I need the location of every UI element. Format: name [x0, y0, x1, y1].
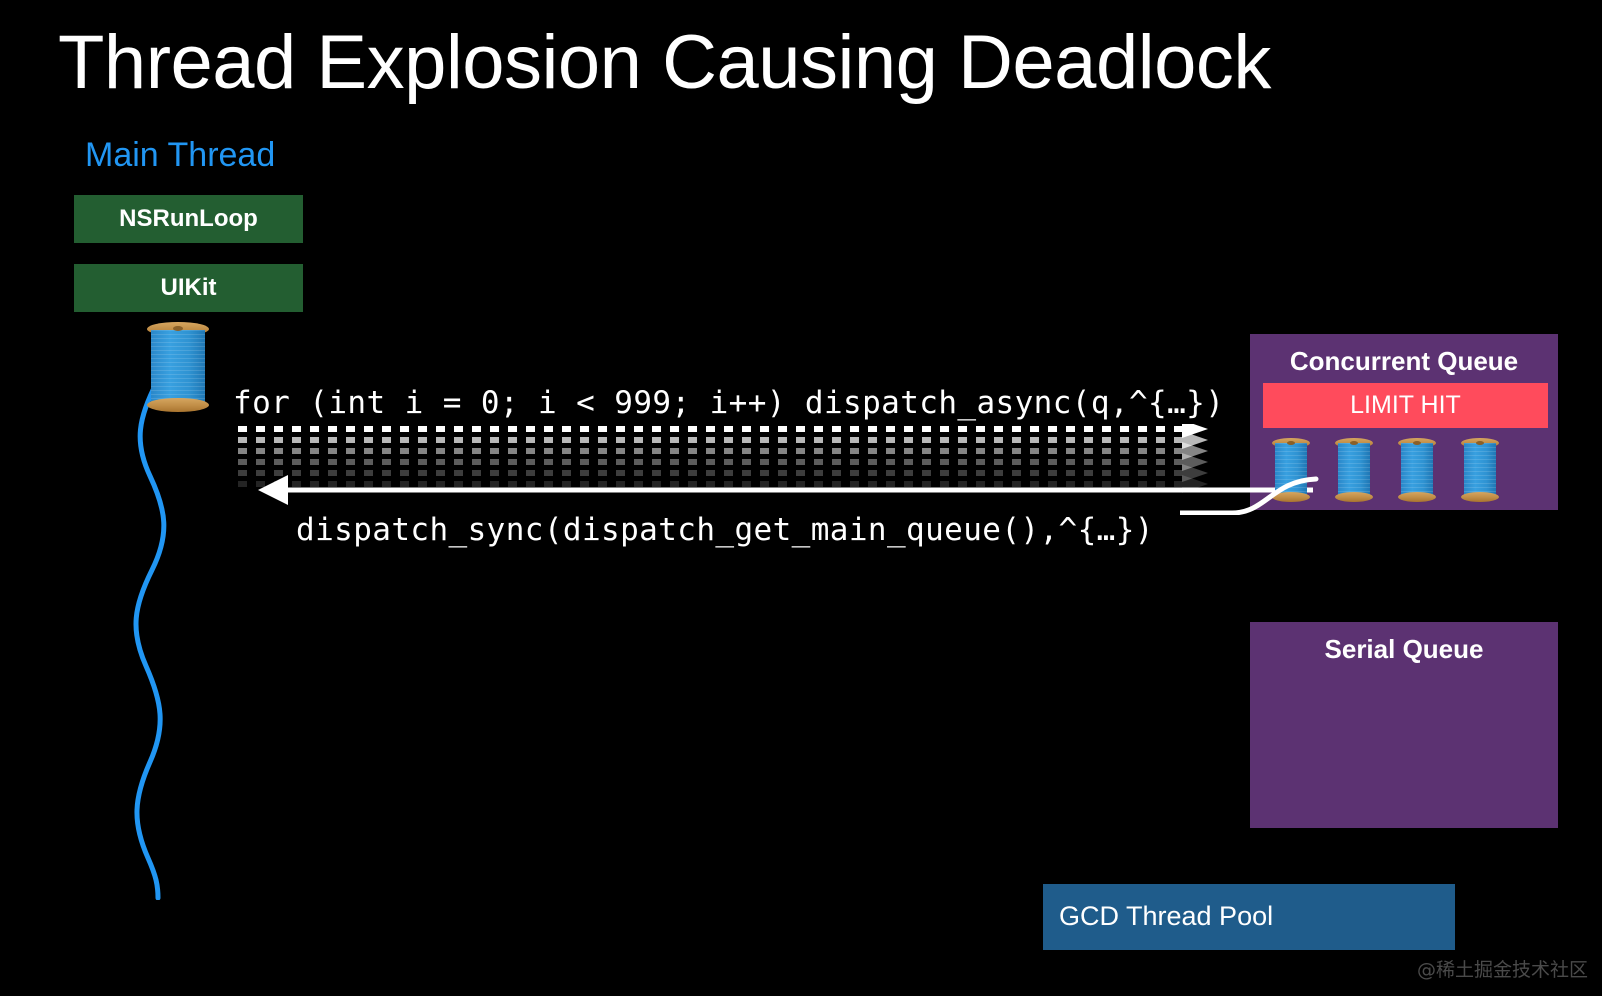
thread-spool-icon [1461, 438, 1499, 502]
stack-box-uikit-label: UIKit [160, 274, 217, 301]
spool-hole [173, 326, 183, 331]
spool-body [1464, 443, 1496, 497]
spool-cap-bottom [1398, 492, 1436, 502]
spool-hole [1413, 441, 1421, 445]
gcd-thread-pool-title: GCD Thread Pool [1059, 901, 1274, 931]
spool-hole [1287, 441, 1295, 445]
spool-body [1338, 443, 1370, 497]
code-line-dispatch-sync: dispatch_sync(dispatch_get_main_queue(),… [296, 512, 1154, 548]
spool-cap-bottom [147, 398, 209, 412]
watermark: @稀土掘金技术社区 [1416, 959, 1588, 981]
status-badge-limit-hit-label: LIMIT HIT [1350, 391, 1461, 419]
spool-hole [1350, 441, 1358, 445]
sync-return-arrow [258, 475, 1313, 505]
thread-spool-icon [147, 322, 209, 412]
spool-body [1401, 443, 1433, 497]
gcd-thread-pool-panel: GCD Thread Pool [1043, 884, 1455, 950]
thread-wave-line [133, 380, 167, 900]
status-badge-limit-hit: LIMIT HIT [1263, 383, 1548, 428]
stack-box-nsrunloop: NSRunLoop [74, 195, 303, 243]
stack-box-nsrunloop-label: NSRunLoop [119, 205, 258, 232]
concurrent-queue-title: Concurrent Queue [1289, 346, 1519, 376]
spool-hole [1476, 441, 1484, 445]
main-thread-label: Main Thread [85, 136, 276, 174]
spool-cap-bottom [1335, 492, 1373, 502]
spool-cap-bottom [1461, 492, 1499, 502]
slide-canvas: Thread Explosion Causing Deadlock Main T… [0, 0, 1602, 996]
queue-connector-curve [1180, 476, 1319, 515]
stack-box-uikit: UIKit [74, 264, 303, 312]
serial-queue-title: Serial Queue [1324, 634, 1484, 664]
thread-spool-icon [1398, 438, 1436, 502]
thread-spool-icon [1335, 438, 1373, 502]
spool-body [151, 330, 205, 404]
code-line-dispatch-async: for (int i = 0; i < 999; i++) dispatch_a… [233, 385, 1225, 421]
page-title: Thread Explosion Causing Deadlock [58, 20, 1271, 105]
serial-queue-panel: Serial Queue [1250, 622, 1558, 828]
